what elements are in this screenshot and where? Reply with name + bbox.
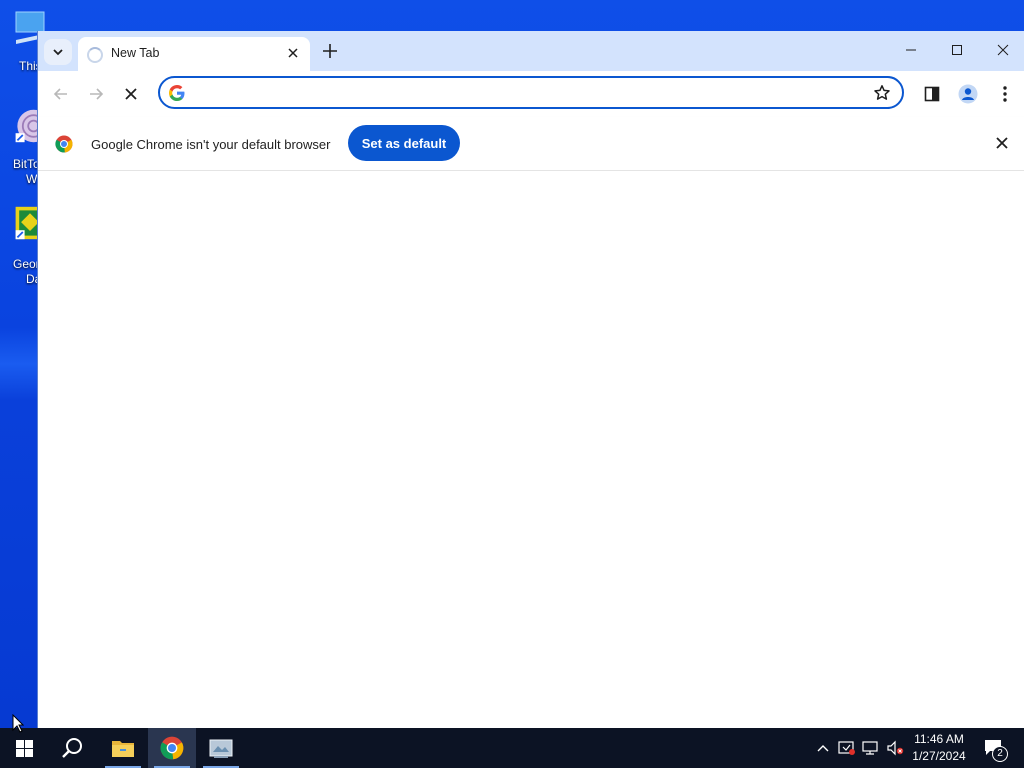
profile-button[interactable] — [955, 81, 981, 107]
chevron-up-icon — [817, 745, 829, 752]
close-infobar-icon[interactable] — [995, 136, 1009, 150]
arrow-right-icon — [90, 88, 104, 100]
back-button[interactable] — [48, 81, 74, 107]
app-icon — [209, 739, 233, 758]
tab-title: New Tab — [111, 46, 160, 60]
default-browser-infobar: Google Chrome isn't your default browser… — [38, 117, 1024, 171]
clock-date: 1/27/2024 — [912, 749, 966, 763]
infobar-message: Google Chrome isn't your default browser — [91, 137, 331, 152]
loading-spinner-icon — [87, 47, 103, 63]
arrow-left-icon — [53, 88, 67, 100]
close-tab-icon[interactable] — [286, 46, 300, 60]
chrome-window: New Tab Google Chrome isn't your default… — [37, 31, 1024, 728]
new-tab-icon[interactable] — [320, 41, 340, 61]
more-vertical-icon — [1003, 86, 1007, 102]
taskbar-clock[interactable]: 11:46 AM 1/27/2024 — [906, 731, 972, 765]
stop-icon — [125, 88, 137, 100]
set-as-default-button[interactable]: Set as default — [348, 125, 460, 161]
address-input[interactable] — [194, 82, 858, 106]
side-panel-button[interactable] — [919, 81, 945, 107]
tray-security[interactable] — [836, 728, 858, 768]
chevron-down-icon — [53, 49, 63, 56]
close-icon — [997, 44, 1009, 56]
desktop-icon-label: BitTo — [13, 157, 40, 171]
mouse-cursor-icon — [12, 714, 24, 733]
menu-button[interactable] — [992, 81, 1018, 107]
tray-volume[interactable] — [884, 728, 906, 768]
toolbar — [38, 71, 1024, 117]
google-icon — [169, 85, 185, 101]
chrome-logo-icon — [55, 135, 73, 153]
maximize-icon — [952, 45, 962, 55]
network-icon — [862, 741, 878, 755]
security-alert-icon — [838, 741, 855, 755]
taskbar-file-explorer[interactable] — [99, 728, 147, 768]
desktop-icon-label-2: W — [26, 172, 38, 186]
minimize-icon — [906, 49, 916, 51]
side-panel-icon — [924, 86, 940, 102]
bookmark-star-icon[interactable] — [873, 84, 891, 102]
stop-loading-button[interactable] — [118, 81, 144, 107]
minimize-button[interactable] — [896, 39, 926, 61]
file-explorer-icon — [112, 741, 134, 757]
profile-avatar-icon — [958, 84, 978, 104]
taskbar-app[interactable] — [197, 728, 245, 768]
tab-new-tab[interactable]: New Tab — [78, 37, 310, 71]
action-center-button[interactable]: 2 — [978, 728, 1010, 768]
search-icon — [62, 738, 82, 758]
close-window-button[interactable] — [988, 39, 1018, 61]
search-button[interactable] — [48, 728, 96, 768]
tab-strip: New Tab — [38, 31, 1024, 71]
show-hidden-icons-button[interactable] — [813, 728, 833, 768]
windows-logo-icon — [15, 739, 33, 757]
chrome-icon — [160, 736, 184, 760]
forward-button[interactable] — [83, 81, 109, 107]
maximize-button[interactable] — [942, 39, 972, 61]
tab-search-button[interactable] — [44, 39, 72, 65]
taskbar-chrome[interactable] — [148, 728, 196, 768]
clock-time: 11:46 AM — [914, 732, 964, 746]
taskbar: 11:46 AM 1/27/2024 2 — [0, 728, 1024, 768]
notification-count-badge: 2 — [992, 746, 1008, 762]
omnibox[interactable] — [158, 76, 904, 109]
start-button[interactable] — [0, 728, 48, 768]
tray-network[interactable] — [860, 728, 882, 768]
page-content — [38, 171, 1024, 728]
volume-muted-icon — [887, 740, 904, 756]
